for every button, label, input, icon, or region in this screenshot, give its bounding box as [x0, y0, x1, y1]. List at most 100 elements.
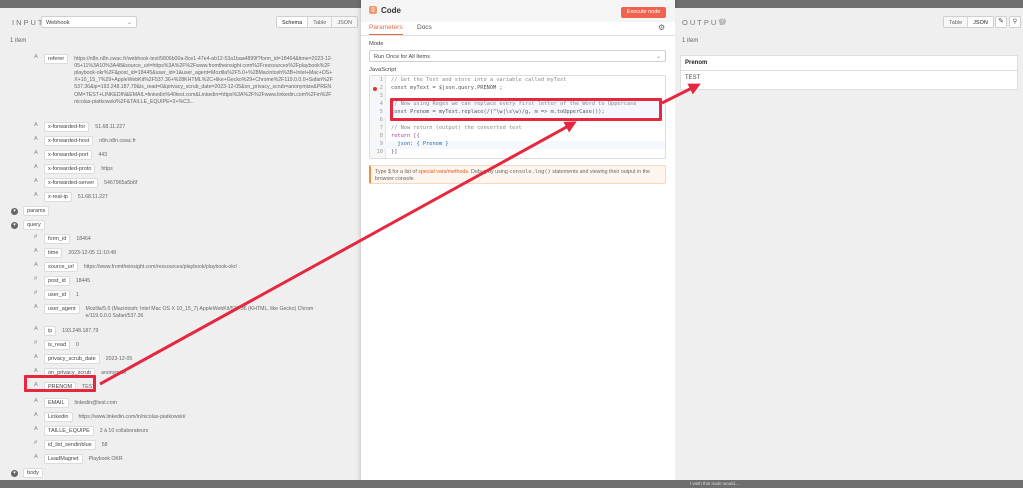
- field-value: 51.68.11.227: [77, 193, 108, 200]
- code-node-title[interactable]: Code: [381, 6, 401, 15]
- output-panel: OUTPUT ? Table JSON ✎ ⚲ 1 item Prenom TE…: [675, 8, 1023, 480]
- string-type-icon: A: [34, 54, 38, 60]
- query-row: A time 2023-12-05 11:10:48: [34, 248, 116, 258]
- execute-node-button[interactable]: Execute node: [621, 7, 666, 18]
- field-key[interactable]: ip: [44, 326, 57, 336]
- query-row: A privacy_scrub_date 2023-12-05: [34, 354, 132, 364]
- field-key[interactable]: x-forwarded-for: [44, 122, 90, 132]
- string-type-icon: A: [34, 178, 38, 184]
- field-key[interactable]: x-real-ip: [44, 192, 72, 202]
- object-toggle-icon[interactable]: ▾: [11, 469, 18, 477]
- pin-icon[interactable]: ⚲: [1009, 16, 1021, 28]
- field-key[interactable]: user_id: [44, 290, 71, 300]
- object-toggle-icon[interactable]: ▾: [11, 207, 18, 215]
- field-value: 58: [101, 441, 108, 448]
- string-type-icon: A: [34, 368, 38, 374]
- mode-value: Run Once for All Items: [374, 53, 430, 60]
- tab-json[interactable]: JSON: [968, 17, 993, 27]
- bottom-bar: I wish this node would...: [0, 480, 1023, 488]
- field-key[interactable]: id_list_sendinblue: [44, 440, 96, 450]
- code-highlight-box: [390, 98, 662, 121]
- field-row: A x-forwarded-proto https: [34, 164, 113, 174]
- tab-json[interactable]: JSON: [332, 17, 357, 27]
- field-value: 193.248.187.79: [62, 327, 99, 334]
- special-vars-link[interactable]: special vars/methods: [418, 169, 468, 175]
- string-type-icon: A: [34, 454, 38, 460]
- field-key[interactable]: referer: [44, 54, 69, 64]
- field-value: 1: [76, 291, 79, 298]
- field-value: https://n8n.n8n.cwac.fr/webhook-test/580…: [74, 55, 333, 105]
- field-key[interactable]: privacy_scrub_date: [44, 354, 100, 364]
- query-row: # id_list_sendinblue 58: [34, 440, 108, 450]
- input-source-select[interactable]: Webhook ⌄: [41, 16, 137, 28]
- code-hint-notice: Type $ for a list of special vars/method…: [369, 165, 666, 184]
- string-type-icon: A: [34, 150, 38, 156]
- input-title: INPUT: [12, 18, 45, 27]
- chevron-down-icon: ⌄: [126, 20, 132, 26]
- tab-table[interactable]: Table: [308, 17, 333, 27]
- tab-docs[interactable]: Docs: [417, 24, 432, 31]
- field-key[interactable]: EMAIL: [44, 398, 69, 408]
- input-source-value: Webhook: [46, 19, 70, 26]
- field-key[interactable]: post_id: [44, 276, 70, 286]
- field-value: 2023-12-05 11:10:48: [68, 249, 117, 256]
- field-key[interactable]: time: [44, 248, 63, 258]
- field-row: A x-real-ip 51.68.11.227: [34, 192, 108, 202]
- code-line: 1// Get the Text and store into a variab…: [379, 77, 567, 83]
- field-value: Mozilla/5.0 (Macintosh; Intel Mac OS X 1…: [85, 305, 314, 319]
- field-key[interactable]: x-forwarded-port: [44, 150, 93, 160]
- field-row: A referer https://n8n.n8n.cwac.fr/webhoo…: [34, 54, 354, 106]
- code-line: 7// Now return (output) the converted te…: [379, 125, 522, 131]
- settings-gear-icon[interactable]: ⚙: [658, 23, 665, 32]
- field-key[interactable]: Linkedin: [44, 412, 73, 422]
- field-value: https: [101, 165, 113, 172]
- body-group[interactable]: ▾ body: [11, 468, 43, 478]
- edit-pencil-icon[interactable]: ✎: [995, 16, 1007, 28]
- string-type-icon: A: [34, 192, 38, 198]
- code-line: 8 return [{: [379, 133, 420, 139]
- number-type-icon: #: [34, 276, 38, 282]
- mode-select[interactable]: Run Once for All Items ⌄: [369, 50, 666, 62]
- output-item-count: 1 item: [682, 38, 699, 44]
- string-type-icon: A: [34, 248, 38, 254]
- table-cell: TEST: [685, 75, 701, 81]
- field-key[interactable]: x-forwarded-proto: [44, 164, 96, 174]
- code-node-panel: {} Code Execute node Parameters Docs ⚙ M…: [361, 0, 675, 488]
- group-key: query: [23, 220, 45, 230]
- field-value: Playbook OKR: [88, 455, 123, 462]
- string-type-icon: A: [34, 354, 38, 360]
- field-key[interactable]: is_read: [44, 340, 71, 350]
- field-value: n8n.n8n.cwac.fr: [99, 137, 136, 144]
- query-row: # post_id 18445: [34, 276, 90, 286]
- info-icon[interactable]: ?: [719, 18, 726, 25]
- string-type-icon: A: [34, 304, 38, 310]
- query-row: A user_agent Mozilla/5.0 (Macintosh; Int…: [34, 304, 314, 320]
- group-key: params: [23, 206, 50, 216]
- field-value: 18464: [76, 235, 91, 242]
- params-group[interactable]: ▾ params: [11, 206, 50, 216]
- field-key[interactable]: user_agent: [44, 304, 80, 314]
- field-value: 5467965a5b6f: [104, 179, 138, 186]
- field-key[interactable]: LeadMagnet: [44, 454, 83, 464]
- field-key[interactable]: source_url: [44, 262, 78, 272]
- field-key[interactable]: x-forwarded-host: [44, 136, 94, 146]
- input-view-tabs: Schema Table JSON: [276, 16, 359, 28]
- string-type-icon: A: [34, 426, 38, 432]
- field-key[interactable]: x-forwarded-server: [44, 178, 99, 188]
- field-key[interactable]: TAILLE_EQUIPE: [44, 426, 94, 436]
- field-value: 18445: [75, 277, 91, 284]
- string-type-icon: A: [34, 262, 38, 268]
- tab-table[interactable]: Table: [944, 17, 969, 27]
- field-value: 2023-12-05: [105, 355, 133, 362]
- field-value: https://www.linkedin.com/in/nicolas-piat…: [78, 413, 186, 420]
- table-header: Prenom: [681, 56, 1017, 71]
- field-key[interactable]: form_id: [44, 234, 71, 244]
- code-line: 2 const myText = $json.query.PRENOM ;: [379, 85, 503, 91]
- query-group[interactable]: ▾ query: [11, 220, 45, 230]
- field-row: A x-forwarded-server 5467965a5b6f: [34, 178, 137, 188]
- input-item-count: 1 item: [10, 38, 27, 44]
- tab-schema[interactable]: Schema: [277, 17, 309, 27]
- number-type-icon: #: [34, 440, 38, 446]
- object-toggle-icon[interactable]: ▾: [11, 221, 18, 229]
- tab-parameters[interactable]: Parameters: [369, 24, 403, 35]
